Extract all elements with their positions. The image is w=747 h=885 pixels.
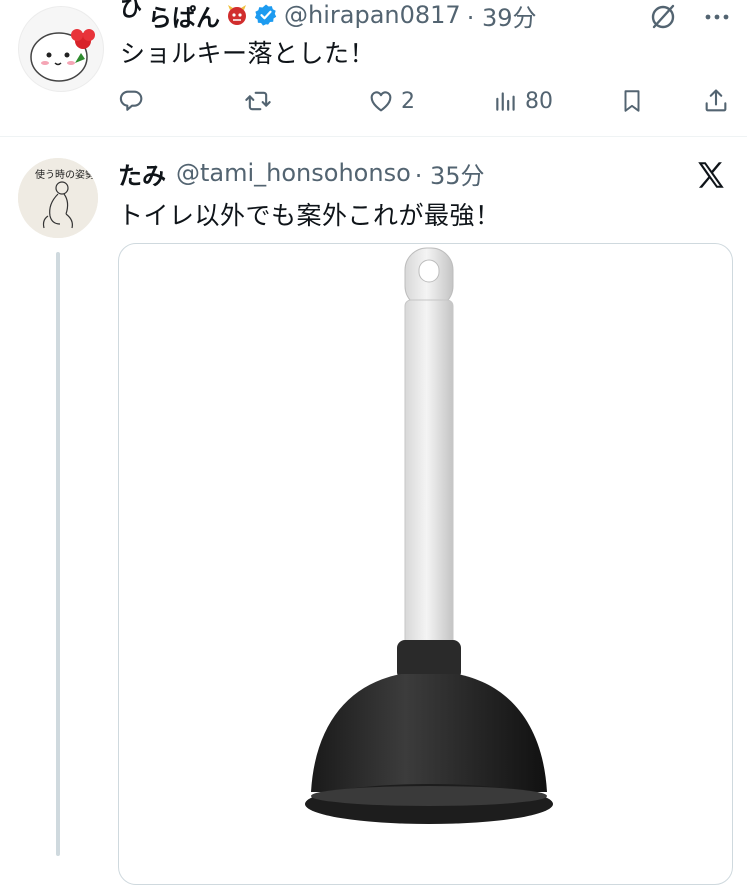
analytics-button[interactable]: 80 bbox=[493, 86, 553, 116]
view-count: 80 bbox=[525, 88, 553, 114]
tweet-2-header: たみ @tami_honsohonso · 35分 bbox=[118, 156, 678, 191]
tweet-time[interactable]: · 35分 bbox=[415, 156, 485, 191]
x-logo-icon[interactable] bbox=[694, 158, 728, 192]
tweet-1-text: ショルキー落とした！ bbox=[120, 39, 376, 68]
avatar-hirapan[interactable] bbox=[18, 6, 104, 92]
author-handle[interactable]: @hirapan0817 bbox=[284, 1, 461, 29]
share-icon bbox=[702, 87, 730, 115]
thread-line bbox=[56, 252, 60, 856]
tweet-1-header: ひ らぱん @hirapan0817 · 39分 bbox=[120, 0, 720, 33]
verified-icon bbox=[254, 3, 278, 27]
like-count: 2 bbox=[401, 88, 415, 114]
grok-icon[interactable] bbox=[648, 2, 678, 32]
retweet-icon bbox=[244, 87, 272, 115]
avatar-tami[interactable]: 使う時の姿勢 bbox=[18, 158, 98, 238]
oni-emoji-icon bbox=[226, 4, 248, 26]
reply-icon bbox=[118, 87, 146, 115]
analytics-icon bbox=[493, 87, 519, 115]
like-button[interactable]: 2 bbox=[367, 86, 415, 116]
avatar-caption: 使う時の姿勢 bbox=[35, 168, 95, 181]
tweet-divider bbox=[0, 136, 747, 137]
author-name[interactable]: たみ bbox=[118, 156, 166, 191]
more-icon[interactable] bbox=[702, 5, 732, 29]
author-name[interactable]: らぱん bbox=[148, 0, 220, 33]
tweet-2-text: トイレ以外でも案外これが最強！ bbox=[118, 201, 501, 230]
author-name-prefix[interactable]: ひ bbox=[120, 0, 142, 23]
heart-icon bbox=[367, 87, 395, 115]
reply-button[interactable] bbox=[118, 86, 146, 116]
retweet-button[interactable] bbox=[244, 86, 272, 116]
author-handle[interactable]: @tami_honsohonso bbox=[176, 159, 411, 187]
media-image[interactable] bbox=[118, 243, 733, 885]
plunger-image bbox=[305, 247, 553, 824]
tweet-time[interactable]: · 39分 bbox=[467, 0, 537, 33]
share-button[interactable] bbox=[702, 86, 730, 116]
bookmark-button[interactable] bbox=[619, 86, 645, 116]
bookmark-icon bbox=[619, 87, 645, 115]
